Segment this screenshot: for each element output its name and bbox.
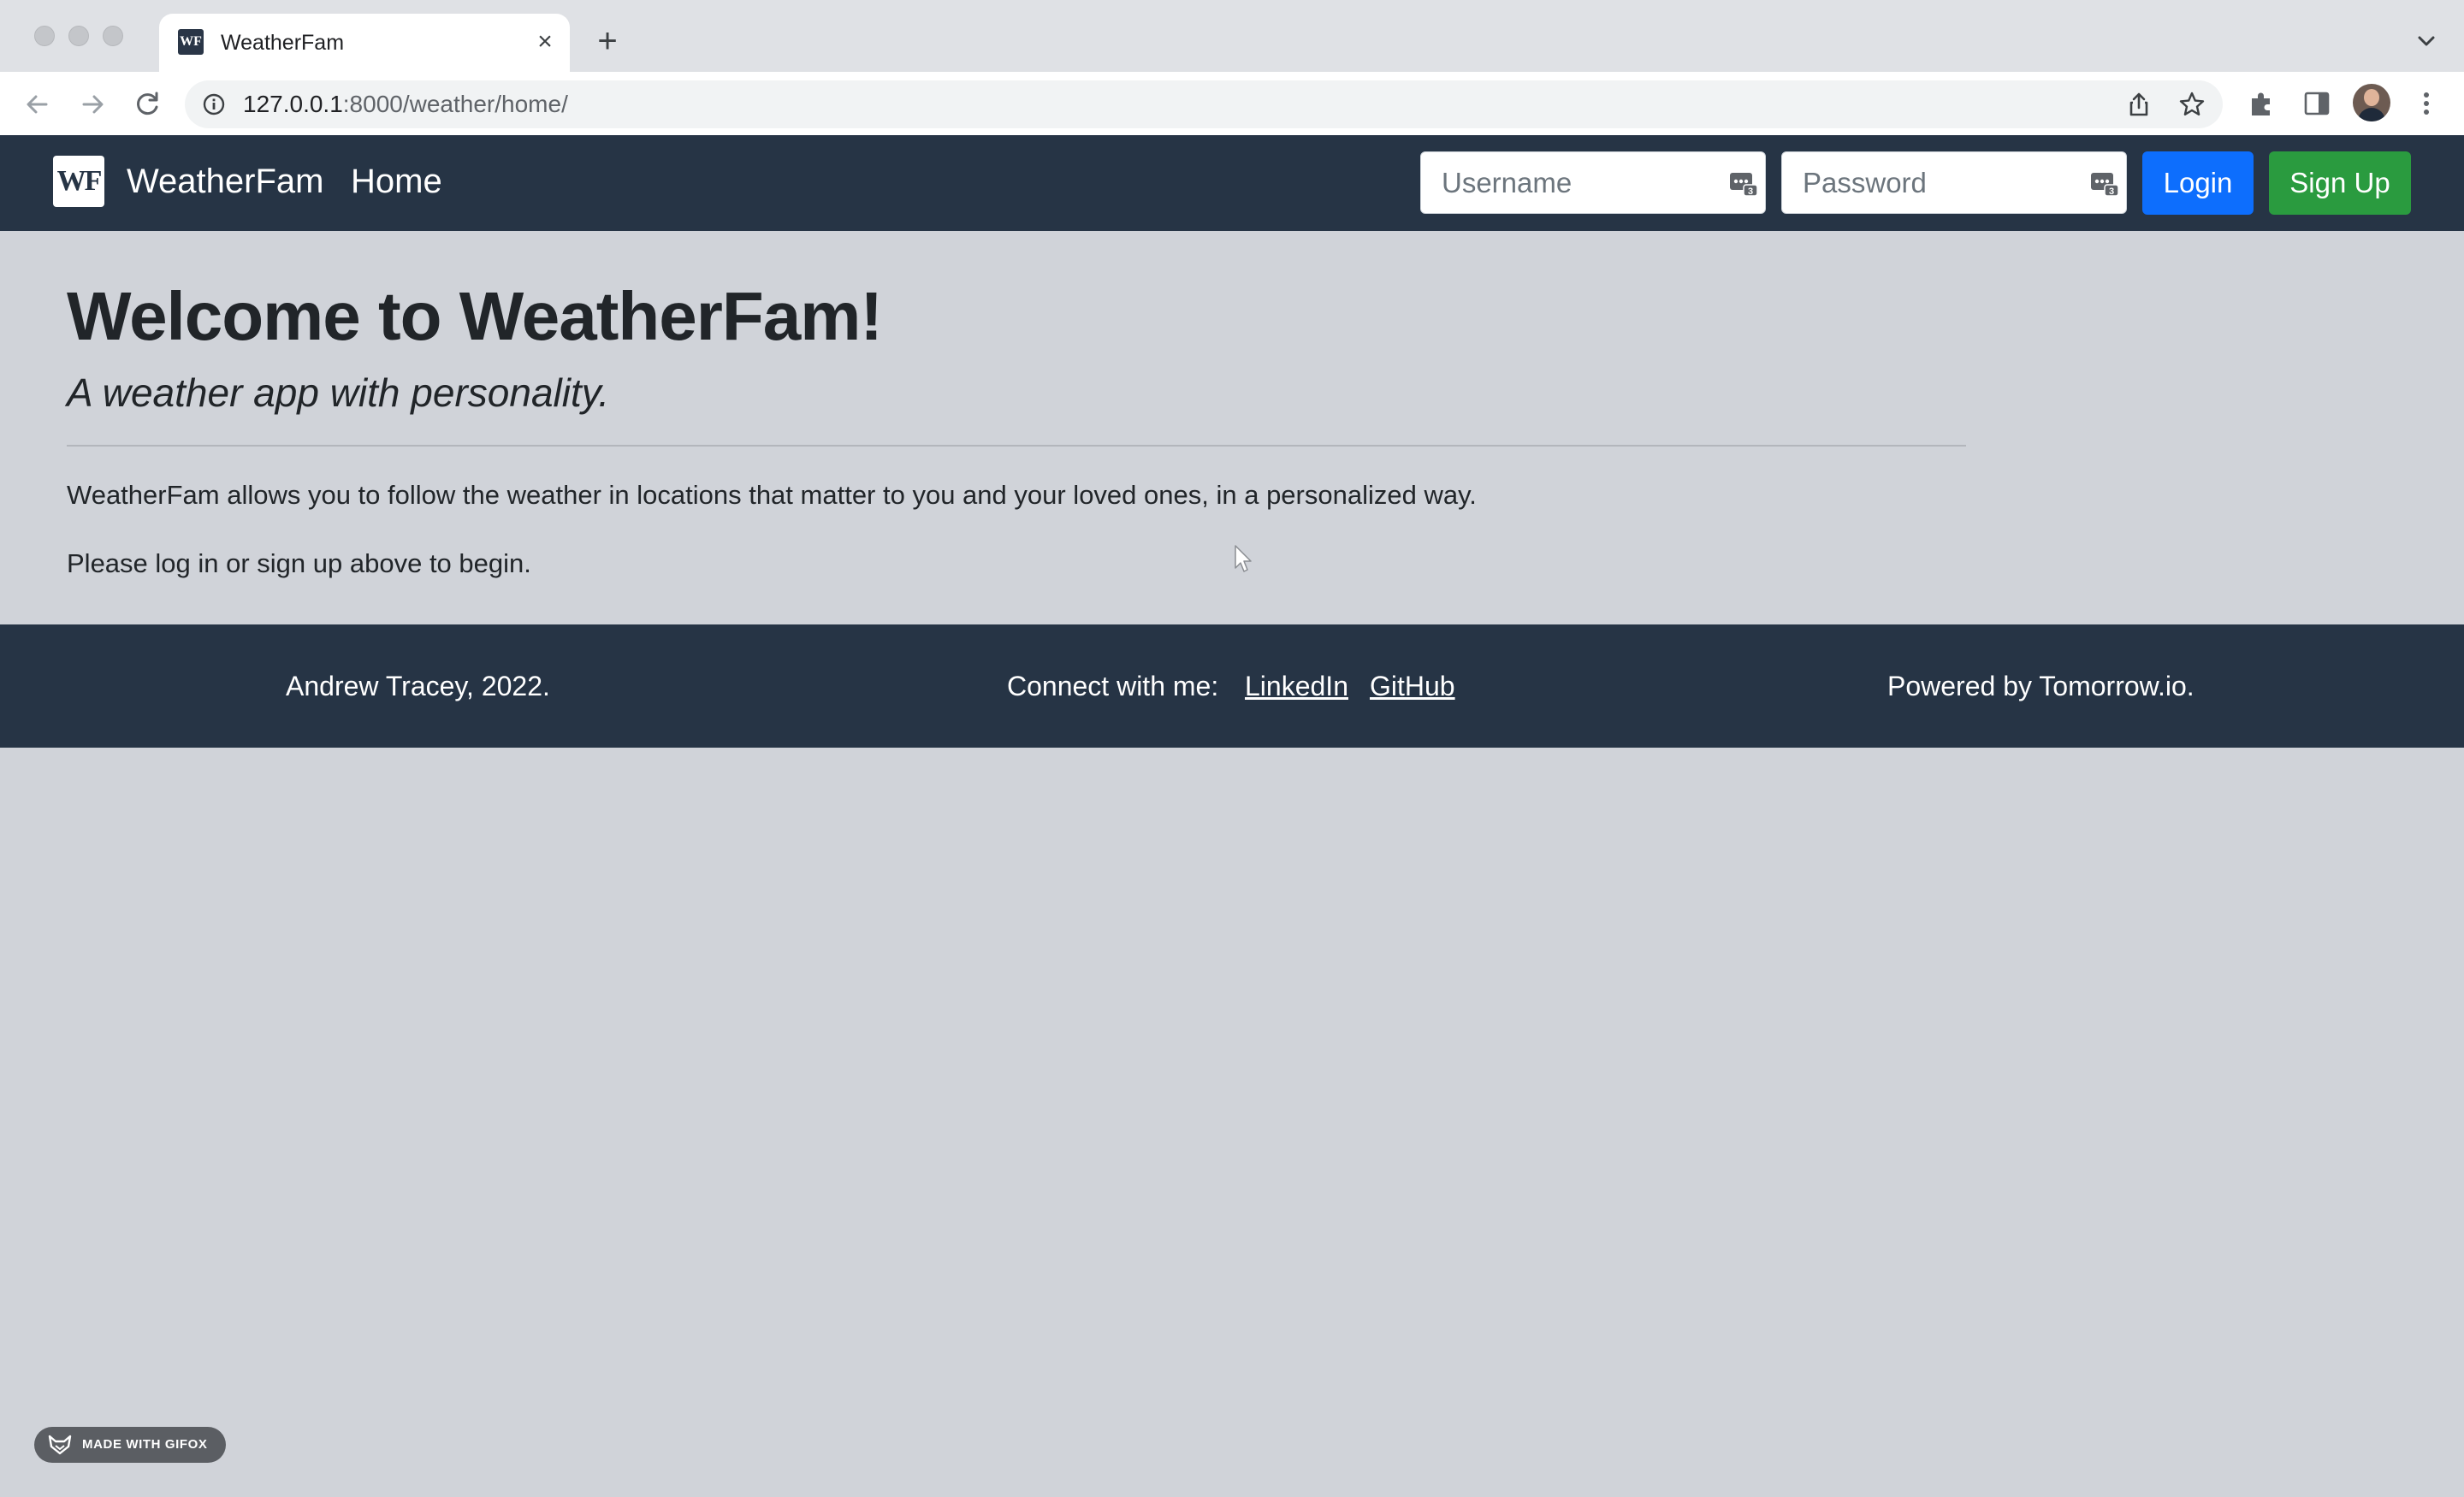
browser-tab[interactable]: WF WeatherFam × — [159, 14, 570, 72]
profile-avatar[interactable] — [2353, 84, 2390, 121]
username-field-wrapper: 3 — [1420, 151, 1766, 214]
share-icon[interactable] — [2125, 91, 2153, 118]
password-input[interactable] — [1782, 152, 2073, 213]
url-path: :8000/weather/home/ — [342, 91, 568, 117]
url-text[interactable]: 127.0.0.1:8000/weather/home/ — [243, 91, 568, 118]
footer-copyright: Andrew Tracey, 2022. — [286, 671, 550, 701]
site-navbar: WF WeatherFam Home 3 3 Login Sign Up — [0, 135, 2464, 231]
gifox-fox-icon — [48, 1435, 72, 1455]
new-tab-icon[interactable]: + — [589, 22, 626, 60]
tab-favicon-icon: WF — [178, 29, 204, 55]
browser-tab-bar: WF WeatherFam × + — [0, 0, 2464, 72]
site-footer: Andrew Tracey, 2022. Connect with me: Li… — [0, 624, 2464, 748]
window-maximize-dot[interactable] — [103, 26, 123, 46]
page-tagline: A weather app with personality. — [67, 370, 610, 415]
login-button[interactable]: Login — [2142, 151, 2254, 215]
signup-button[interactable]: Sign Up — [2269, 151, 2411, 215]
password-manager-icon[interactable]: 3 — [1729, 171, 1758, 197]
username-input[interactable] — [1421, 152, 1712, 213]
password-manager-icon[interactable]: 3 — [2090, 171, 2119, 197]
nav-home-link[interactable]: Home — [351, 159, 442, 204]
password-field-wrapper: 3 — [1781, 151, 2127, 214]
forward-arrow-icon[interactable] — [74, 86, 111, 123]
window-close-dot[interactable] — [34, 26, 55, 46]
divider — [67, 445, 1966, 447]
svg-text:3: 3 — [2109, 186, 2114, 197]
gifox-badge: MADE WITH GIFOX — [34, 1427, 226, 1463]
reload-icon[interactable] — [128, 86, 166, 123]
side-panel-icon[interactable] — [2301, 88, 2332, 119]
description-text: WeatherFam allows you to follow the weat… — [67, 480, 1477, 510]
back-arrow-icon[interactable] — [19, 86, 56, 123]
tab-title: WeatherFam — [221, 31, 345, 55]
brand-logo[interactable]: WF — [53, 156, 104, 207]
bookmark-star-icon[interactable] — [2178, 91, 2206, 118]
url-host: 127.0.0.1 — [243, 91, 343, 117]
tab-search-chevron-icon[interactable] — [2411, 26, 2442, 56]
footer-connect-label: Connect with me: — [1007, 671, 1219, 701]
page-title: Welcome to WeatherFam! — [67, 278, 883, 354]
tab-close-icon[interactable]: × — [530, 27, 560, 56]
linkedin-link[interactable]: LinkedIn — [1245, 624, 1348, 748]
browser-toolbar: 127.0.0.1:8000/weather/home/ — [0, 72, 2464, 136]
login-prompt-text: Please log in or sign up above to begin. — [67, 548, 531, 578]
svg-text:3: 3 — [1748, 186, 1753, 197]
github-link[interactable]: GitHub — [1370, 624, 1455, 748]
footer-powered-by: Powered by Tomorrow.io. — [1887, 671, 2194, 701]
site-info-icon[interactable] — [202, 92, 226, 116]
extensions-puzzle-icon[interactable] — [2247, 88, 2277, 119]
brand-name[interactable]: WeatherFam — [127, 159, 323, 204]
window-minimize-dot[interactable] — [68, 26, 89, 46]
address-bar[interactable]: 127.0.0.1:8000/weather/home/ — [185, 80, 2223, 128]
mouse-pointer-icon — [1235, 545, 1252, 572]
browser-menu-icon[interactable] — [2411, 88, 2442, 119]
gifox-label: MADE WITH GIFOX — [82, 1437, 208, 1452]
